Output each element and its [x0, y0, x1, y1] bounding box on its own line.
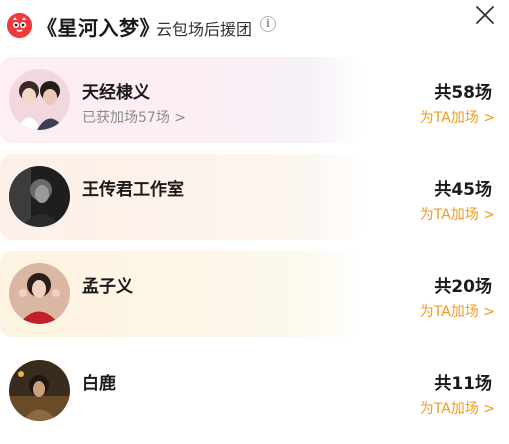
mascot-logo-icon	[7, 13, 32, 38]
session-count: 共20场	[434, 277, 492, 297]
header: 《星河入梦》 云包场后援团 i	[0, 0, 509, 52]
add-session-button[interactable]: 为TA加场 >	[420, 107, 495, 127]
supporter-name: 王传君工作室	[82, 180, 184, 200]
avatar	[9, 166, 70, 227]
avatar	[9, 69, 70, 130]
list-item[interactable]: 白鹿 共11场 为TA加场 >	[0, 348, 495, 434]
supporter-name: 白鹿	[82, 374, 116, 394]
list-item[interactable]: 孟子义 共20场 为TA加场 >	[0, 251, 495, 337]
add-session-button[interactable]: 为TA加场 >	[420, 204, 495, 224]
page-subtitle: 云包场后援团	[156, 20, 253, 39]
session-count: 共58场	[434, 83, 492, 103]
session-count: 共11场	[434, 374, 492, 394]
avatar	[9, 360, 70, 421]
list-item[interactable]: 王传君工作室 共45场 为TA加场 >	[0, 154, 495, 240]
add-session-button[interactable]: 为TA加场 >	[420, 301, 495, 321]
info-icon[interactable]: i	[260, 16, 276, 32]
close-icon[interactable]	[474, 4, 496, 26]
avatar	[9, 263, 70, 324]
supporter-name: 天经棣义	[82, 83, 150, 103]
page-title: 《星河入梦》	[37, 16, 160, 40]
add-session-button[interactable]: 为TA加场 >	[420, 398, 495, 418]
session-count: 共45场	[434, 180, 492, 200]
list-item[interactable]: 天经棣义 已获加场57场 > 共58场 为TA加场 >	[0, 57, 495, 143]
supporter-name: 孟子义	[82, 277, 133, 297]
added-sessions-link[interactable]: 已获加场57场 >	[82, 107, 186, 127]
